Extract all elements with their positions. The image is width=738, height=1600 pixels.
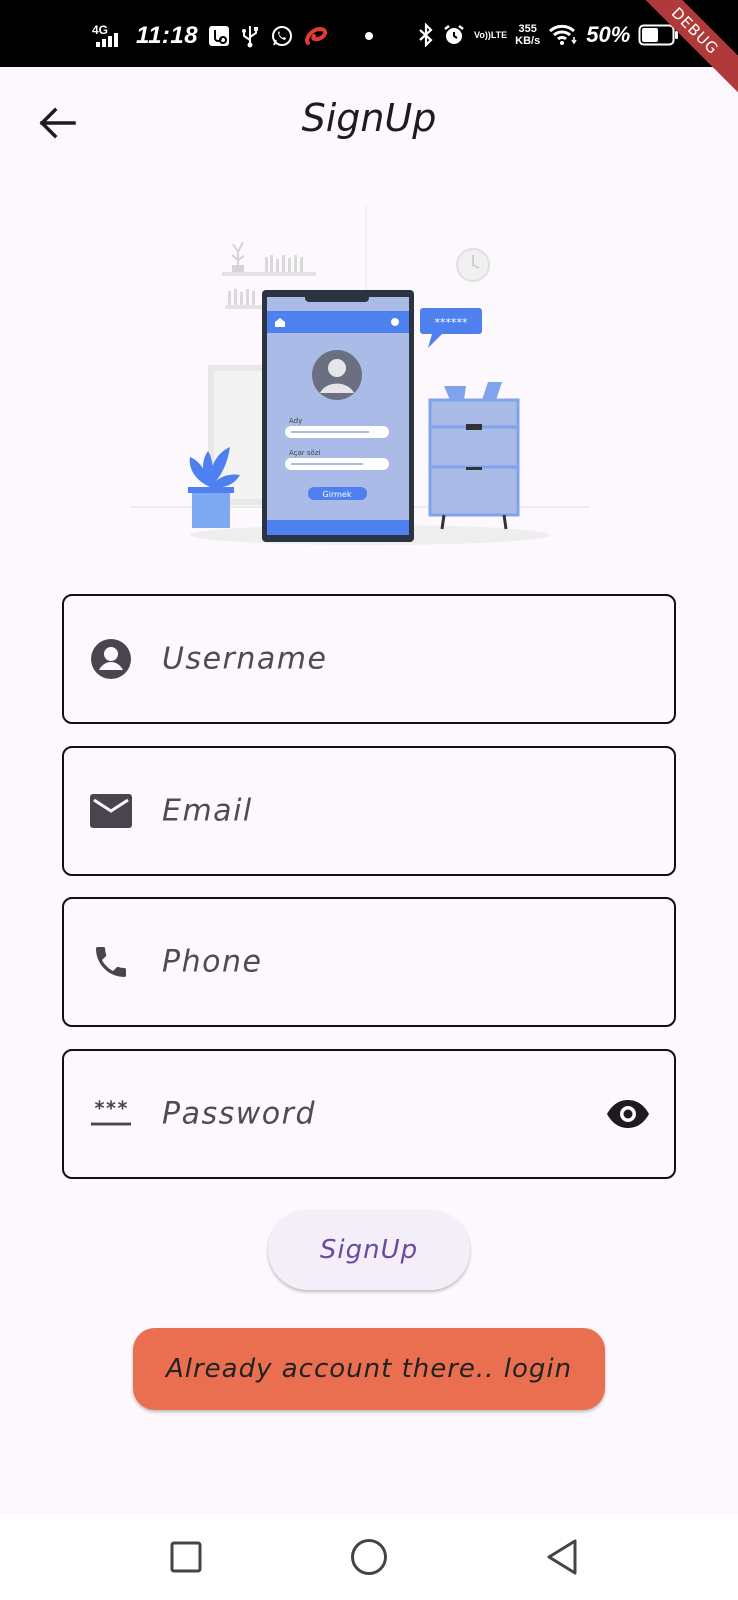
back-icon [547, 1539, 577, 1575]
airtel-icon [304, 25, 330, 47]
wifi-icon [548, 23, 578, 47]
account-circle-icon [90, 638, 132, 680]
debug-banner: DEBUG [625, 0, 738, 101]
password-placeholder: Password [162, 1096, 317, 1132]
usb-debug-icon [208, 25, 230, 47]
status-right: Vo)) LTE 355 KB/s 50% [418, 22, 680, 48]
signup-phone-illustration: ****** Ady Açar sözi Girmek [130, 205, 610, 565]
dot-icon [364, 31, 374, 41]
whatsapp-icon [270, 24, 294, 48]
usb-icon [240, 24, 260, 48]
alarm-icon [442, 23, 466, 47]
phone-icon [90, 941, 132, 983]
phone-button-label: Girmek [323, 490, 352, 499]
nav-back-button[interactable] [540, 1535, 584, 1579]
status-time: 11:18 [136, 22, 199, 49]
battery-percent: 50% [586, 22, 631, 47]
password-icon: *** [90, 1093, 132, 1135]
username-placeholder: Username [162, 641, 328, 677]
signup-button[interactable]: SignUp [268, 1210, 470, 1290]
navigation-bar [0, 1515, 738, 1600]
status-left: 4G 11:18 [92, 22, 374, 50]
email-placeholder: Email [162, 793, 253, 829]
login-button[interactable]: Already account there.. login [133, 1328, 605, 1410]
network-speed: 355 KB/s [515, 23, 540, 47]
phone-field[interactable]: Phone [62, 897, 676, 1027]
volte-bottom: LTE [490, 30, 508, 40]
status-bar: 4G 11:18 Vo)) LTE 355 KB/s 50% DEBUG [0, 0, 738, 101]
password-field[interactable]: *** Password [62, 1049, 676, 1179]
phone-field-1-label: Ady [289, 417, 302, 425]
home-button[interactable] [347, 1535, 391, 1579]
volte-icon: Vo)) LTE [474, 30, 507, 40]
speed-unit: KB/s [515, 35, 541, 47]
volte-top: Vo)) [474, 30, 491, 40]
eye-icon [607, 1100, 649, 1128]
speed-value: 355 [518, 23, 537, 35]
phone-field-2-label: Açar sözi [289, 449, 321, 457]
email-field[interactable]: Email [62, 746, 676, 876]
recent-apps-icon [170, 1541, 202, 1573]
signal-icon: 4G [92, 23, 126, 49]
bluetooth-icon [418, 23, 434, 47]
password-prefix-glyph: *** [94, 1099, 128, 1120]
bubble-text: ****** [435, 316, 469, 329]
password-visibility-toggle[interactable] [604, 1090, 652, 1138]
email-icon [90, 790, 132, 832]
page-title: SignUp [301, 96, 437, 140]
recent-apps-button[interactable] [164, 1535, 208, 1579]
phone-placeholder: Phone [162, 944, 263, 980]
username-field[interactable]: Username [62, 594, 676, 724]
home-icon [351, 1539, 387, 1575]
